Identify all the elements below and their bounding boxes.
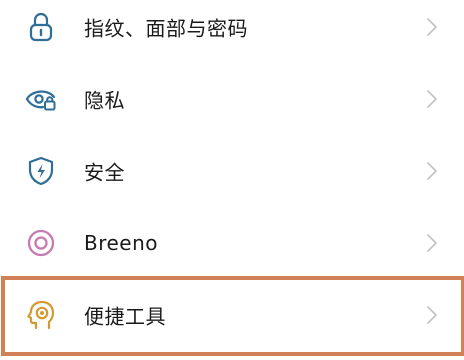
chevron-right-icon [424, 15, 440, 39]
chevron-right-icon [424, 159, 440, 183]
chevron-right-icon [424, 303, 440, 327]
lock-icon [24, 10, 58, 44]
head-target-icon [24, 298, 58, 332]
shield-bolt-icon [24, 154, 58, 188]
privacy-eye-icon [24, 82, 58, 116]
chevron-right-icon [424, 87, 440, 111]
settings-item-label: 隐私 [84, 88, 125, 113]
settings-item-security[interactable]: 安全 [0, 135, 464, 207]
chevron-right-icon [424, 231, 440, 255]
breeno-ring-icon [24, 226, 58, 260]
settings-item-label: 安全 [84, 160, 125, 185]
settings-item-label: Breeno [84, 231, 159, 255]
settings-item-label: 指纹、面部与密码 [84, 16, 248, 41]
settings-item-convenience-tools[interactable]: 便捷工具 [0, 279, 464, 351]
settings-item-label: 便捷工具 [84, 304, 166, 329]
settings-item-privacy[interactable]: 隐私 [0, 63, 464, 135]
settings-list: 指纹、面部与密码 隐私 安全 Breeno 便捷工具 [0, 0, 464, 360]
settings-item-biometrics-password[interactable]: 指纹、面部与密码 [0, 0, 464, 63]
settings-item-breeno[interactable]: Breeno [0, 207, 464, 279]
